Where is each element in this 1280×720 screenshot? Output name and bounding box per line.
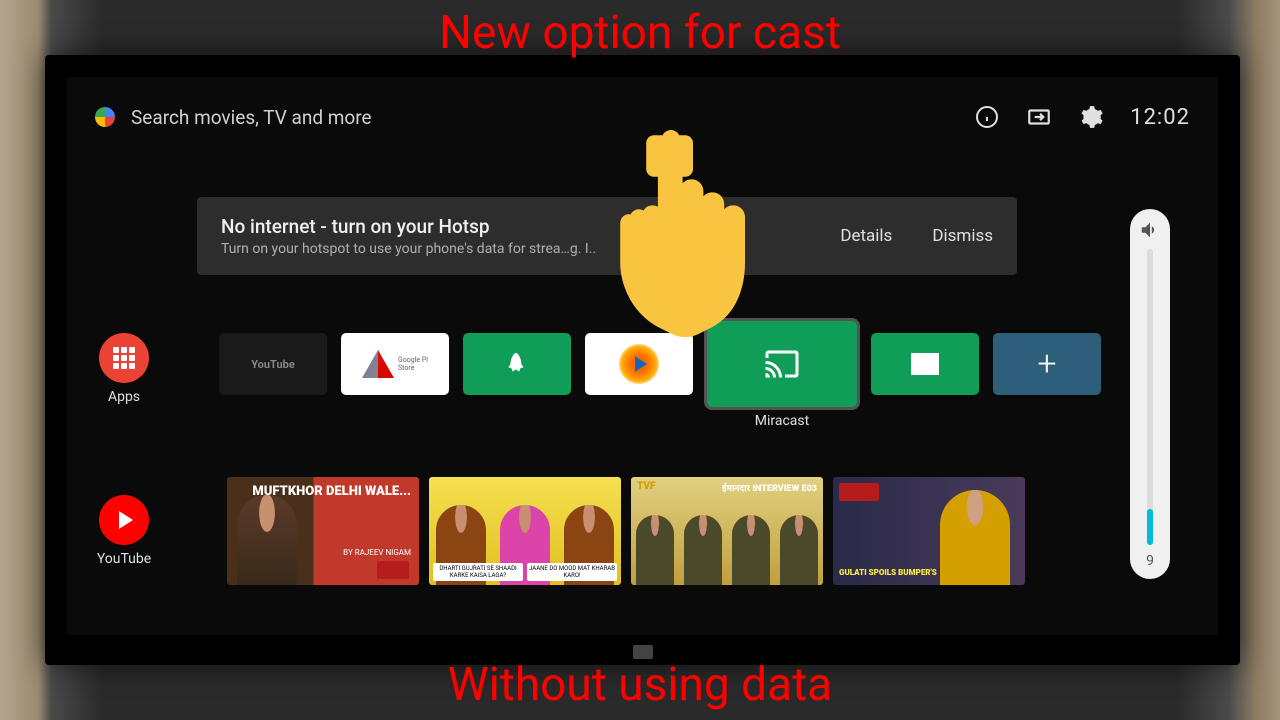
volume-track	[1147, 249, 1153, 545]
video-thumb-1[interactable]: MUFTKHOR DELHI WALE... BY RAJEEV NIGAM	[227, 477, 419, 585]
apps-section: Apps YouTube Google PlStore	[95, 333, 1190, 407]
app-tile-youtube[interactable]: YouTube	[219, 333, 327, 395]
thumb-1-title: MUFTKHOR DELHI WALE...	[252, 485, 411, 499]
notification-bar: No internet - turn on your Hotsp Turn on…	[197, 197, 1017, 275]
youtube-logo-icon: YouTube	[251, 358, 295, 371]
app-tile-generic[interactable]	[871, 333, 979, 395]
app-tile-add[interactable]: +	[993, 333, 1101, 395]
video-thumb-4[interactable]: GULATI SPOILS BUMPER'S	[833, 477, 1025, 585]
thumb-3-tag: TVF	[637, 481, 655, 492]
thumb-4-caption: GULATI SPOILS BUMPER'S	[839, 569, 937, 577]
apps-launcher[interactable]: Apps	[95, 333, 153, 405]
app-tile-playstore[interactable]: Google PlStore	[341, 333, 449, 395]
apps-label: Apps	[108, 389, 140, 405]
clock: 12:02	[1130, 105, 1190, 130]
overlay-caption-top: New option for cast	[439, 6, 841, 60]
apps-grid-icon	[99, 333, 149, 383]
pointing-hand-icon	[615, 130, 745, 342]
thumb-2-caption-1: DHARTI GUJRATI SE SHAADI KARKE KAISA LAG…	[433, 563, 523, 581]
cast-icon	[760, 346, 804, 382]
volume-level: 9	[1146, 553, 1154, 569]
input-source-icon[interactable]	[1026, 104, 1052, 130]
app-tile-mxplayer[interactable]	[585, 333, 693, 395]
search-input[interactable]: Search movies, TV and more	[131, 106, 974, 129]
thumb-1-subtitle: BY RAJEEV NIGAM	[343, 548, 411, 557]
volume-slider[interactable]: 9	[1130, 209, 1170, 579]
mi-logo-icon	[633, 645, 653, 659]
settings-gear-icon[interactable]	[1078, 104, 1104, 130]
mx-player-icon	[619, 344, 659, 384]
youtube-label: YouTube	[97, 551, 151, 567]
rocket-icon	[504, 351, 530, 377]
play-store-icon	[362, 350, 394, 378]
youtube-channel[interactable]: YouTube	[95, 495, 153, 567]
overlay-caption-bottom: Without using data	[448, 658, 832, 712]
youtube-icon	[99, 495, 149, 545]
thumb-2-caption-2: JAANE DO MOOD MAT KHARAB KARO!	[527, 563, 617, 581]
details-button[interactable]: Details	[840, 226, 892, 246]
video-thumb-3[interactable]: TVF ईमानदार INTERVIEW E03	[631, 477, 823, 585]
app-tile-launcher[interactable]	[463, 333, 571, 395]
miracast-label: Miracast	[755, 413, 809, 429]
volume-icon	[1139, 219, 1161, 241]
video-thumb-2[interactable]: DHARTI GUJRATI SE SHAADI KARKE KAISA LAG…	[429, 477, 621, 585]
youtube-section: YouTube MUFTKHOR DELHI WALE... BY RAJEEV…	[95, 477, 1190, 585]
assistant-icon[interactable]	[95, 107, 115, 127]
plus-icon: +	[1037, 344, 1056, 384]
dismiss-button[interactable]: Dismiss	[932, 226, 993, 246]
app-icon	[911, 353, 939, 375]
info-icon[interactable]	[974, 104, 1000, 130]
